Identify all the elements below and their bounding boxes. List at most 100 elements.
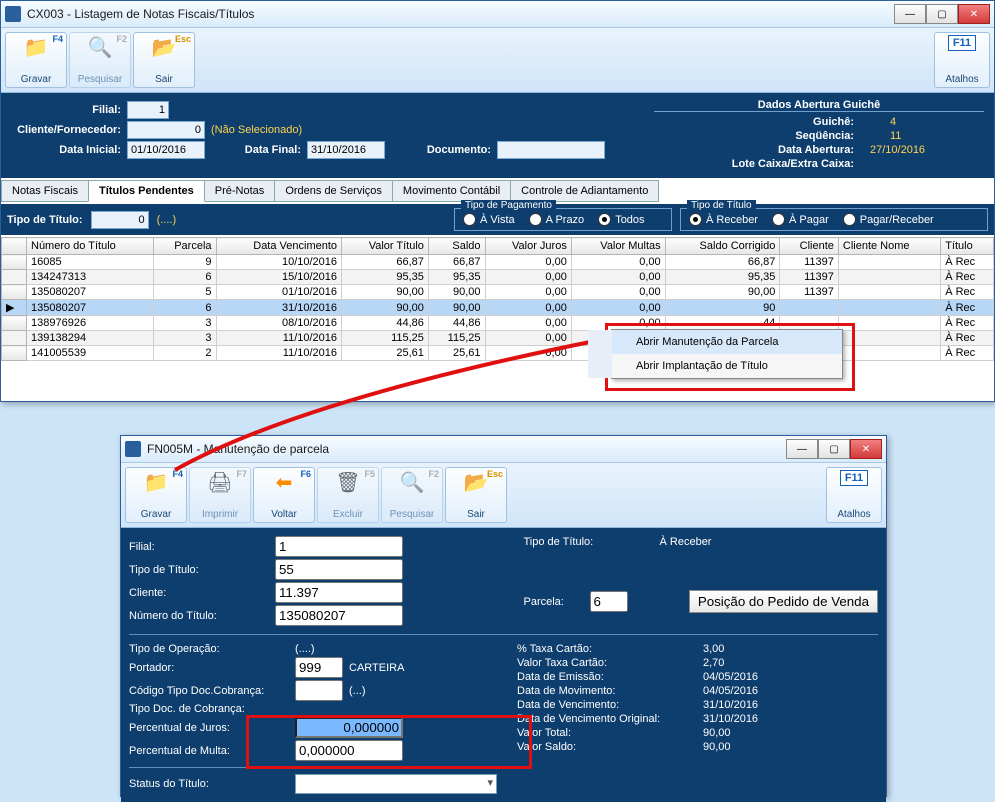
filial-input[interactable]	[127, 101, 169, 119]
data-abertura-label: Data Abertura:	[654, 144, 854, 156]
close-button[interactable]: ✕	[958, 4, 990, 24]
parcela-label: Parcela:	[524, 596, 584, 608]
minimize-button[interactable]: —	[786, 439, 818, 459]
maximize-button[interactable]: ▢	[926, 4, 958, 24]
tipo-titulo-group: Tipo de Título À Receber À Pagar Pagar/R…	[680, 208, 988, 231]
radio-apagar[interactable]: À Pagar	[772, 213, 829, 226]
maximize-button[interactable]: ▢	[818, 439, 850, 459]
data-vencimento-value: 31/10/2016	[703, 699, 758, 711]
perc-multa-input[interactable]	[295, 740, 403, 761]
tab-movimento-contabil[interactable]: Movimento Contábil	[392, 180, 511, 202]
delete-icon: 🗑	[334, 470, 362, 494]
clifor-input[interactable]	[127, 121, 205, 139]
exit-icon: 📂	[462, 470, 490, 494]
menu-abrir-implantacao[interactable]: Abrir Implantação de Título	[588, 354, 842, 378]
radio-areceber[interactable]: À Receber	[689, 213, 758, 226]
numero-titulo-input[interactable]	[275, 605, 403, 626]
app-icon	[125, 441, 141, 457]
radio-avista[interactable]: À Vista	[463, 213, 515, 226]
table-row[interactable]: 16085910/10/201666,8766,870,000,0066,871…	[2, 255, 994, 270]
radio-todos[interactable]: Todos	[598, 213, 644, 226]
lote-label: Lote Caixa/Extra Caixa:	[654, 158, 854, 170]
form-panel: Filial: Tipo de Título: Cliente: Número …	[121, 528, 886, 802]
cod-tipo-doc-input[interactable]	[295, 680, 343, 701]
tipo-pagamento-legend: Tipo de Pagamento	[461, 200, 556, 211]
cliente-label: Cliente:	[129, 587, 269, 599]
excluir-button: F5🗑Excluir	[317, 467, 379, 523]
data-inicial-label: Data Inicial:	[11, 144, 121, 156]
ribbon-2: F4📁Gravar F7🖨Imprimir F6⬅Voltar F5🗑Exclu…	[121, 463, 886, 528]
data-venc-original-label: Data de Vencimento Original:	[517, 713, 697, 725]
taxa-cartao-label: % Taxa Cartão:	[517, 643, 697, 655]
tab-notas-fiscais[interactable]: Notas Fiscais	[1, 180, 89, 202]
portador-input[interactable]	[295, 657, 343, 678]
back-icon: ⬅	[270, 470, 298, 494]
portador-label: Portador:	[129, 662, 289, 674]
tabs: Notas Fiscais Títulos Pendentes Pré-Nota…	[1, 178, 994, 202]
documento-label: Documento:	[411, 144, 491, 156]
table-row[interactable]: ▶135080207631/10/201690,0090,000,000,009…	[2, 300, 994, 316]
grid-titulos[interactable]: Número do TítuloParcelaData VencimentoVa…	[1, 235, 994, 361]
tipo-titulo-ro-label: Tipo de Título:	[524, 536, 654, 548]
pesquisar-button: F2🔍Pesquisar	[381, 467, 443, 523]
search-icon: 🔍	[86, 35, 114, 59]
data-abertura-value: 27/10/2016	[860, 144, 950, 156]
search-icon: 🔍	[398, 470, 426, 494]
filter-bar: Tipo de Título: (....) Tipo de Pagamento…	[1, 202, 994, 235]
data-final-input[interactable]	[307, 141, 385, 159]
tab-titulos-pendentes[interactable]: Títulos Pendentes	[88, 180, 205, 202]
cod-tipo-doc-hint: (...)	[349, 685, 366, 697]
header-panel: Filial: Cliente/Fornecedor:(Não Selecion…	[1, 93, 994, 178]
radio-pagar-receber[interactable]: Pagar/Receber	[843, 213, 934, 226]
window-title-2: FN005M - Manutenção de parcela	[147, 442, 786, 456]
atalhos-button[interactable]: F11Atalhos	[934, 32, 990, 88]
radio-aprazo[interactable]: A Prazo	[529, 213, 585, 226]
voltar-button[interactable]: F6⬅Voltar	[253, 467, 315, 523]
sair-button[interactable]: Esc📂Sair	[133, 32, 195, 88]
cliente-input[interactable]	[275, 582, 403, 603]
save-icon: 📁	[22, 35, 50, 59]
portador-nome: CARTEIRA	[349, 662, 404, 674]
table-row[interactable]: 134247313615/10/201695,3595,350,000,0095…	[2, 270, 994, 285]
tipo-titulo-input[interactable]	[91, 211, 149, 229]
gravar-button[interactable]: F4📁Gravar	[5, 32, 67, 88]
table-row[interactable]: 135080207501/10/201690,0090,000,000,0090…	[2, 285, 994, 300]
app-icon	[5, 6, 21, 22]
valor-total-label: Valor Total:	[517, 727, 697, 739]
close-button[interactable]: ✕	[850, 439, 882, 459]
tipo-doc-cobranca-label: Tipo Doc. de Cobrança:	[129, 703, 289, 715]
data-movimento-value: 04/05/2016	[703, 685, 758, 697]
dados-abertura-title: Dados Abertura Guichê	[654, 99, 984, 112]
tipo-titulo-label: Tipo de Título:	[129, 564, 269, 576]
gravar-button[interactable]: F4📁Gravar	[125, 467, 187, 523]
perc-multa-label: Percentual de Multa:	[129, 745, 289, 757]
perc-juros-input[interactable]	[295, 717, 403, 738]
documento-input[interactable]	[497, 141, 605, 159]
sair-button[interactable]: Esc📂Sair	[445, 467, 507, 523]
tipo-operacao-label: Tipo de Operação:	[129, 643, 289, 655]
tipo-titulo-hint: (....)	[157, 214, 177, 226]
tipo-titulo-legend: Tipo de Título	[687, 200, 756, 211]
valor-saldo-label: Valor Saldo:	[517, 741, 697, 753]
tipo-titulo-input[interactable]	[275, 559, 403, 580]
tab-pre-notas[interactable]: Pré-Notas	[204, 180, 276, 202]
perc-juros-label: Percentual de Juros:	[129, 722, 289, 734]
titlebar[interactable]: CX003 - Listagem de Notas Fiscais/Título…	[1, 1, 994, 28]
titlebar-2[interactable]: FN005M - Manutenção de parcela — ▢ ✕	[121, 436, 886, 463]
data-inicial-input[interactable]	[127, 141, 205, 159]
menu-abrir-manutencao[interactable]: Abrir Manutenção da Parcela	[588, 330, 842, 354]
tab-ordens-servicos[interactable]: Ordens de Serviços	[274, 180, 393, 202]
minimize-button[interactable]: —	[894, 4, 926, 24]
table-row[interactable]: 141005539211/10/201625,6125,610,000,0025…	[2, 346, 994, 361]
filial-input[interactable]	[275, 536, 403, 557]
posicao-pedido-button[interactable]: Posição do Pedido de Venda	[689, 590, 878, 613]
status-titulo-select[interactable]	[295, 774, 497, 794]
valor-taxa-cartao-label: Valor Taxa Cartão:	[517, 657, 697, 669]
atalhos-button[interactable]: F11Atalhos	[826, 467, 882, 523]
window-cx003: CX003 - Listagem de Notas Fiscais/Título…	[0, 0, 995, 402]
parcela-input[interactable]	[590, 591, 628, 612]
tab-controle-adiantamento[interactable]: Controle de Adiantamento	[510, 180, 659, 202]
table-row[interactable]: 138976926308/10/201644,8644,860,000,0044…	[2, 316, 994, 331]
tipo-operacao-hint: (....)	[295, 643, 315, 655]
table-row[interactable]: 139138294311/10/2016115,25115,250,000,00…	[2, 331, 994, 346]
